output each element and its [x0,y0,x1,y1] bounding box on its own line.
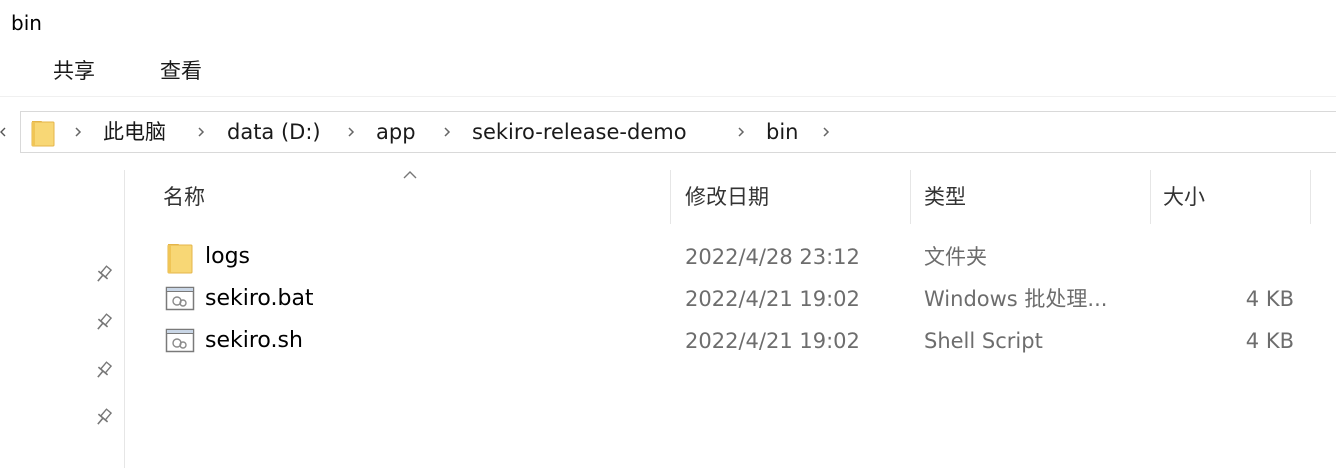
chevron-right-icon[interactable] [346,125,356,139]
folder-icon [167,244,193,274]
ribbon: 共享 查看 [0,46,1336,97]
file-name: sekiro.bat [205,286,314,311]
script-file-icon [165,286,195,311]
chevron-right-icon[interactable] [442,125,452,139]
breadcrumb-sekiro-release-demo[interactable]: sekiro-release-demo [472,119,687,145]
navigation-pane-divider [124,170,125,468]
column-divider[interactable] [1310,170,1311,224]
pin-icon[interactable] [93,407,113,429]
title-bar: bin [0,0,1336,46]
chevron-right-icon[interactable] [736,125,746,139]
breadcrumb-app[interactable]: app [376,119,416,145]
breadcrumb-this-pc[interactable]: 此电脑 [103,119,166,145]
file-type: Windows 批处理... [924,287,1108,311]
file-size: 4 KB [1245,329,1294,353]
file-type: 文件夹 [924,245,987,269]
file-size: 4 KB [1245,287,1294,311]
ribbon-tab-share[interactable]: 共享 [53,58,95,84]
column-divider[interactable] [910,170,911,224]
breadcrumb-bin[interactable]: bin [766,119,798,145]
pin-icon[interactable] [93,360,113,382]
chevron-right-icon[interactable] [821,125,831,139]
file-name: sekiro.sh [205,328,303,353]
address-bar[interactable]: 此电脑 data (D:) app sekiro-release-demo bi… [20,111,1336,153]
ribbon-tab-view[interactable]: 查看 [160,58,202,84]
column-header-type[interactable]: 类型 [924,184,966,210]
column-header-name[interactable]: 名称 [163,184,205,210]
file-modified: 2022/4/28 23:12 [685,245,860,269]
column-header-modified[interactable]: 修改日期 [685,184,769,210]
nav-left-arrow-icon[interactable] [0,122,6,142]
script-file-icon [165,328,195,353]
file-name: logs [205,244,250,269]
column-header-size[interactable]: 大小 [1163,184,1205,210]
column-divider[interactable] [670,170,671,224]
file-modified: 2022/4/21 19:02 [685,329,860,353]
file-modified: 2022/4/21 19:02 [685,287,860,311]
file-row-sekiro-sh[interactable]: sekiro.sh 2022/4/21 19:02 Shell Script 4… [150,320,1310,362]
sort-ascending-icon [403,171,417,179]
window-title: bin [11,11,42,35]
chevron-right-icon[interactable] [196,125,206,139]
pin-icon[interactable] [93,264,113,286]
folder-icon [31,121,55,147]
breadcrumb-drive-d[interactable]: data (D:) [227,119,321,145]
file-type: Shell Script [924,329,1043,353]
pin-icon[interactable] [93,312,113,334]
file-row-logs[interactable]: logs 2022/4/28 23:12 文件夹 [150,236,1310,278]
column-divider[interactable] [1150,170,1151,224]
chevron-right-icon[interactable] [73,125,83,139]
file-row-sekiro-bat[interactable]: sekiro.bat 2022/4/21 19:02 Windows 批处理..… [150,278,1310,320]
